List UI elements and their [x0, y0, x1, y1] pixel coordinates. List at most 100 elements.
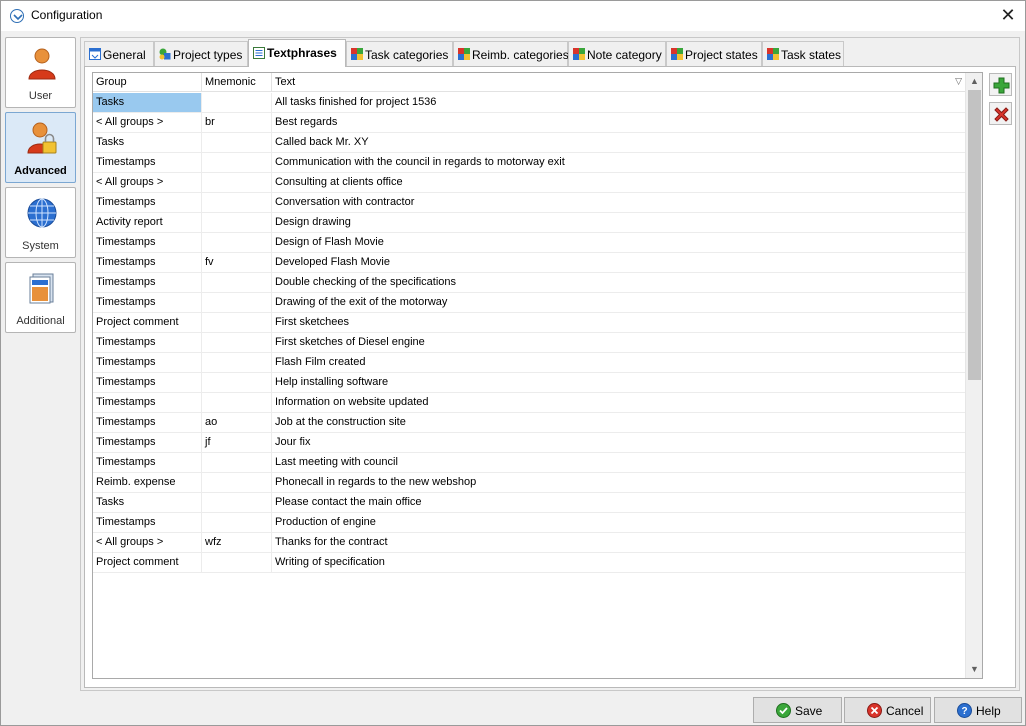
cell-group[interactable]: < All groups > [93, 113, 202, 132]
cell-group[interactable]: Project comment [93, 313, 202, 332]
table-row[interactable]: Timestamps Double checking of the specifi… [93, 273, 966, 293]
tab-task-categories[interactable]: Task categories [346, 41, 453, 66]
cell-text[interactable]: Thanks for the contract [272, 533, 966, 552]
table-row[interactable]: Timestamps Communication with the council… [93, 153, 966, 173]
scrollbar-thumb[interactable] [968, 90, 981, 380]
cell-group[interactable]: Tasks [93, 93, 202, 112]
cell-text[interactable]: Phonecall in regards to the new webshop [272, 473, 966, 492]
cell-mnemonic[interactable]: ao [202, 413, 272, 432]
cell-group[interactable]: Timestamps [93, 373, 202, 392]
cell-mnemonic[interactable] [202, 133, 272, 152]
cell-text[interactable]: Double checking of the specifications [272, 273, 966, 292]
cell-text[interactable]: Developed Flash Movie [272, 253, 966, 272]
cell-group[interactable]: Timestamps [93, 193, 202, 212]
cell-mnemonic[interactable] [202, 173, 272, 192]
table-row[interactable]: < All groups > wfz Thanks for the contract [93, 533, 966, 553]
cell-text[interactable]: Jour fix [272, 433, 966, 452]
cell-group[interactable]: Timestamps [93, 433, 202, 452]
cell-text[interactable]: Production of engine [272, 513, 966, 532]
table-row[interactable]: Timestamps ao Job at the construction site [93, 413, 966, 433]
cell-mnemonic[interactable]: wfz [202, 533, 272, 552]
cell-text[interactable]: Information on website updated [272, 393, 966, 412]
cell-text[interactable]: Writing of specification [272, 553, 966, 572]
cell-group[interactable]: Timestamps [93, 413, 202, 432]
nav-item-user[interactable]: User [5, 37, 76, 108]
table-row[interactable]: Tasks Called back Mr. XY [93, 133, 966, 153]
cell-text[interactable]: Conversation with contractor [272, 193, 966, 212]
cell-mnemonic[interactable] [202, 333, 272, 352]
table-row[interactable]: Timestamps fv Developed Flash Movie [93, 253, 966, 273]
cell-group[interactable]: Timestamps [93, 453, 202, 472]
cell-group[interactable]: Project comment [93, 553, 202, 572]
cell-group[interactable]: Tasks [93, 133, 202, 152]
cell-group[interactable]: Tasks [93, 493, 202, 512]
cell-group[interactable]: < All groups > [93, 533, 202, 552]
cancel-button[interactable]: Cancel [844, 697, 931, 723]
cell-group[interactable]: Timestamps [93, 233, 202, 252]
nav-item-system[interactable]: System [5, 187, 76, 258]
column-header-text[interactable]: Text ▽ [272, 73, 966, 92]
table-row[interactable]: Timestamps jf Jour fix [93, 433, 966, 453]
cell-text[interactable]: First sketches of Diesel engine [272, 333, 966, 352]
tab-note-category[interactable]: Note category [568, 41, 666, 66]
scroll-down-icon[interactable]: ▼ [966, 661, 982, 678]
help-button[interactable]: ? Help [934, 697, 1022, 723]
table-row[interactable]: Timestamps Last meeting with council [93, 453, 966, 473]
cell-mnemonic[interactable] [202, 273, 272, 292]
cell-text[interactable]: Drawing of the exit of the motorway [272, 293, 966, 312]
tab-general[interactable]: General [84, 41, 154, 66]
cell-mnemonic[interactable]: fv [202, 253, 272, 272]
vertical-scrollbar[interactable]: ▲ ▼ [965, 73, 982, 678]
cell-mnemonic[interactable] [202, 373, 272, 392]
cell-mnemonic[interactable] [202, 213, 272, 232]
cell-group[interactable]: Timestamps [93, 353, 202, 372]
cell-text[interactable]: Design of Flash Movie [272, 233, 966, 252]
cell-mnemonic[interactable] [202, 473, 272, 492]
nav-item-advanced[interactable]: Advanced [5, 112, 76, 183]
add-button[interactable] [989, 73, 1012, 96]
cell-text[interactable]: Called back Mr. XY [272, 133, 966, 152]
cell-text[interactable]: Help installing software [272, 373, 966, 392]
cell-mnemonic[interactable] [202, 513, 272, 532]
table-row[interactable]: < All groups > br Best regards [93, 113, 966, 133]
cell-text[interactable]: Consulting at clients office [272, 173, 966, 192]
cell-mnemonic[interactable] [202, 353, 272, 372]
cell-text[interactable]: Please contact the main office [272, 493, 966, 512]
table-row[interactable]: Timestamps Conversation with contractor [93, 193, 966, 213]
cell-mnemonic[interactable] [202, 293, 272, 312]
table-row[interactable]: Timestamps First sketches of Diesel engin… [93, 333, 966, 353]
cell-mnemonic[interactable] [202, 453, 272, 472]
cell-mnemonic[interactable] [202, 313, 272, 332]
cell-group[interactable]: Timestamps [93, 153, 202, 172]
cell-group[interactable]: Timestamps [93, 333, 202, 352]
column-header-group[interactable]: Group [93, 73, 202, 92]
table-row[interactable]: Tasks All tasks finished for project 1536 [93, 93, 966, 113]
cell-mnemonic[interactable] [202, 553, 272, 572]
table-row[interactable]: Timestamps Flash Film created [93, 353, 966, 373]
cell-mnemonic[interactable] [202, 193, 272, 212]
delete-button[interactable] [989, 102, 1012, 125]
cell-mnemonic[interactable] [202, 493, 272, 512]
table-row[interactable]: Timestamps Information on website updated [93, 393, 966, 413]
cell-text[interactable]: All tasks finished for project 1536 [272, 93, 966, 112]
cell-group[interactable]: Reimb. expense [93, 473, 202, 492]
cell-text[interactable]: Job at the construction site [272, 413, 966, 432]
cell-text[interactable]: Design drawing [272, 213, 966, 232]
cell-text[interactable]: Last meeting with council [272, 453, 966, 472]
table-row[interactable]: Project comment Writing of specification [93, 553, 966, 573]
cell-text[interactable]: Best regards [272, 113, 966, 132]
cell-mnemonic[interactable] [202, 233, 272, 252]
cell-mnemonic[interactable]: jf [202, 433, 272, 452]
save-button[interactable]: Save [753, 697, 842, 723]
cell-group[interactable]: Timestamps [93, 513, 202, 532]
cell-group[interactable]: < All groups > [93, 173, 202, 192]
cell-group[interactable]: Timestamps [93, 253, 202, 272]
cell-text[interactable]: Communication with the council in regard… [272, 153, 966, 172]
nav-item-additional[interactable]: Additional [5, 262, 76, 333]
cell-group[interactable]: Timestamps [93, 393, 202, 412]
cell-mnemonic[interactable] [202, 393, 272, 412]
cell-mnemonic[interactable] [202, 153, 272, 172]
table-row[interactable]: Timestamps Help installing software [93, 373, 966, 393]
table-row[interactable]: Project comment First sketchees [93, 313, 966, 333]
tab-textphrases[interactable]: Textphrases [248, 39, 346, 67]
